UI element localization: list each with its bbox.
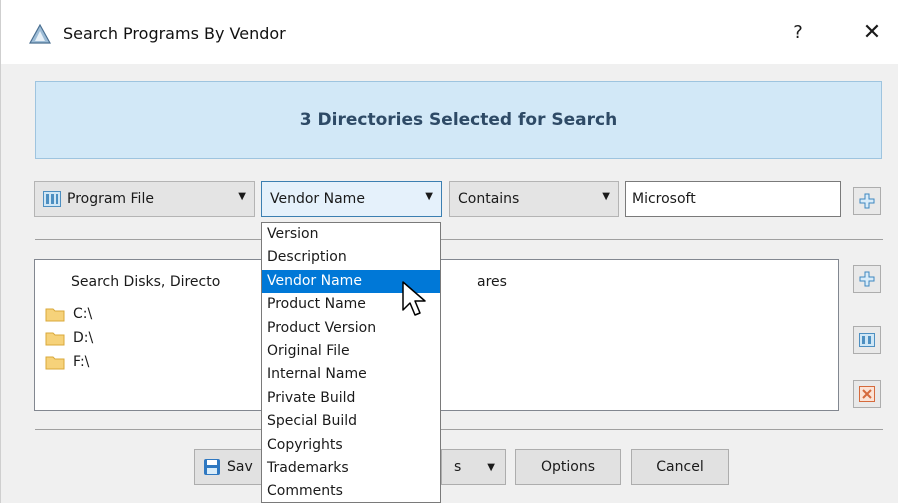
- options-button[interactable]: Options: [515, 449, 621, 485]
- dropdown-item-private-build[interactable]: Private Build: [262, 387, 440, 410]
- select-directories-button[interactable]: [853, 326, 881, 354]
- separator: [35, 239, 883, 240]
- search-banner: 3 Directories Selected for Search: [35, 81, 882, 159]
- operator-combo[interactable]: Contains ▼: [449, 181, 619, 217]
- property-combo[interactable]: Vendor Name ▼: [261, 181, 442, 217]
- plus-icon: [859, 193, 875, 209]
- list-item[interactable]: F:\: [45, 354, 89, 370]
- list-header-right: ares: [477, 274, 507, 290]
- chevron-down-icon: ▼: [425, 191, 433, 202]
- dropdown-item-original-file[interactable]: Original File: [262, 340, 440, 363]
- property-combo-label: Vendor Name: [270, 191, 365, 207]
- dropdown-item-trademarks[interactable]: Trademarks: [262, 457, 440, 480]
- separator: [35, 429, 883, 430]
- add-directory-button[interactable]: [853, 265, 881, 293]
- directory-label: F:\: [73, 354, 90, 370]
- mouse-cursor-icon: [402, 281, 426, 316]
- value-input[interactable]: Microsoft: [625, 181, 841, 217]
- program-file-icon: [43, 191, 61, 207]
- help-button[interactable]: ?: [783, 18, 813, 48]
- dropdown-item-version[interactable]: Version: [262, 223, 440, 246]
- list-item[interactable]: C:\: [45, 306, 92, 322]
- property-dropdown-list[interactable]: Version Description Vendor Name Product …: [261, 222, 441, 503]
- app-icon: [29, 24, 51, 44]
- dropdown-item-internal-name[interactable]: Internal Name: [262, 363, 440, 386]
- directory-label: D:\: [73, 330, 94, 346]
- plus-icon: [859, 271, 875, 287]
- chevron-down-icon: ▼: [602, 191, 610, 202]
- save-icon: [204, 459, 220, 475]
- add-filter-button[interactable]: [853, 187, 881, 215]
- layout-button[interactable]: s ▼: [441, 449, 506, 485]
- operator-combo-label: Contains: [458, 191, 520, 207]
- columns-icon: [859, 333, 875, 347]
- delete-icon: [859, 386, 875, 402]
- folder-icon: [45, 308, 65, 322]
- cancel-button[interactable]: Cancel: [631, 449, 729, 485]
- save-button-label: Sav: [227, 459, 253, 475]
- field-combo-label: Program File: [67, 191, 154, 207]
- folder-icon: [45, 332, 65, 346]
- dropdown-item-comments[interactable]: Comments: [262, 480, 440, 502]
- list-item[interactable]: D:\: [45, 330, 93, 346]
- field-combo[interactable]: Program File ▼: [34, 181, 255, 217]
- dropdown-item-description[interactable]: Description: [262, 246, 440, 269]
- dropdown-item-special-build[interactable]: Special Build: [262, 410, 440, 433]
- chevron-down-icon: ▼: [238, 191, 246, 202]
- list-header-left: Search Disks, Directo: [71, 274, 221, 290]
- dropdown-item-copyrights[interactable]: Copyrights: [262, 434, 440, 457]
- layout-button-label: s: [454, 459, 462, 475]
- chevron-down-icon: ▼: [487, 461, 495, 473]
- close-button[interactable]: ✕: [857, 18, 887, 48]
- save-button[interactable]: Sav: [194, 449, 266, 485]
- window-title: Search Programs By Vendor: [63, 24, 286, 43]
- directory-label: C:\: [73, 306, 93, 322]
- remove-directory-button[interactable]: [853, 380, 881, 408]
- folder-icon: [45, 356, 65, 370]
- search-dialog: Search Programs By Vendor ? ✕ 3 Director…: [0, 0, 898, 503]
- title-bar: Search Programs By Vendor ? ✕: [1, 0, 898, 64]
